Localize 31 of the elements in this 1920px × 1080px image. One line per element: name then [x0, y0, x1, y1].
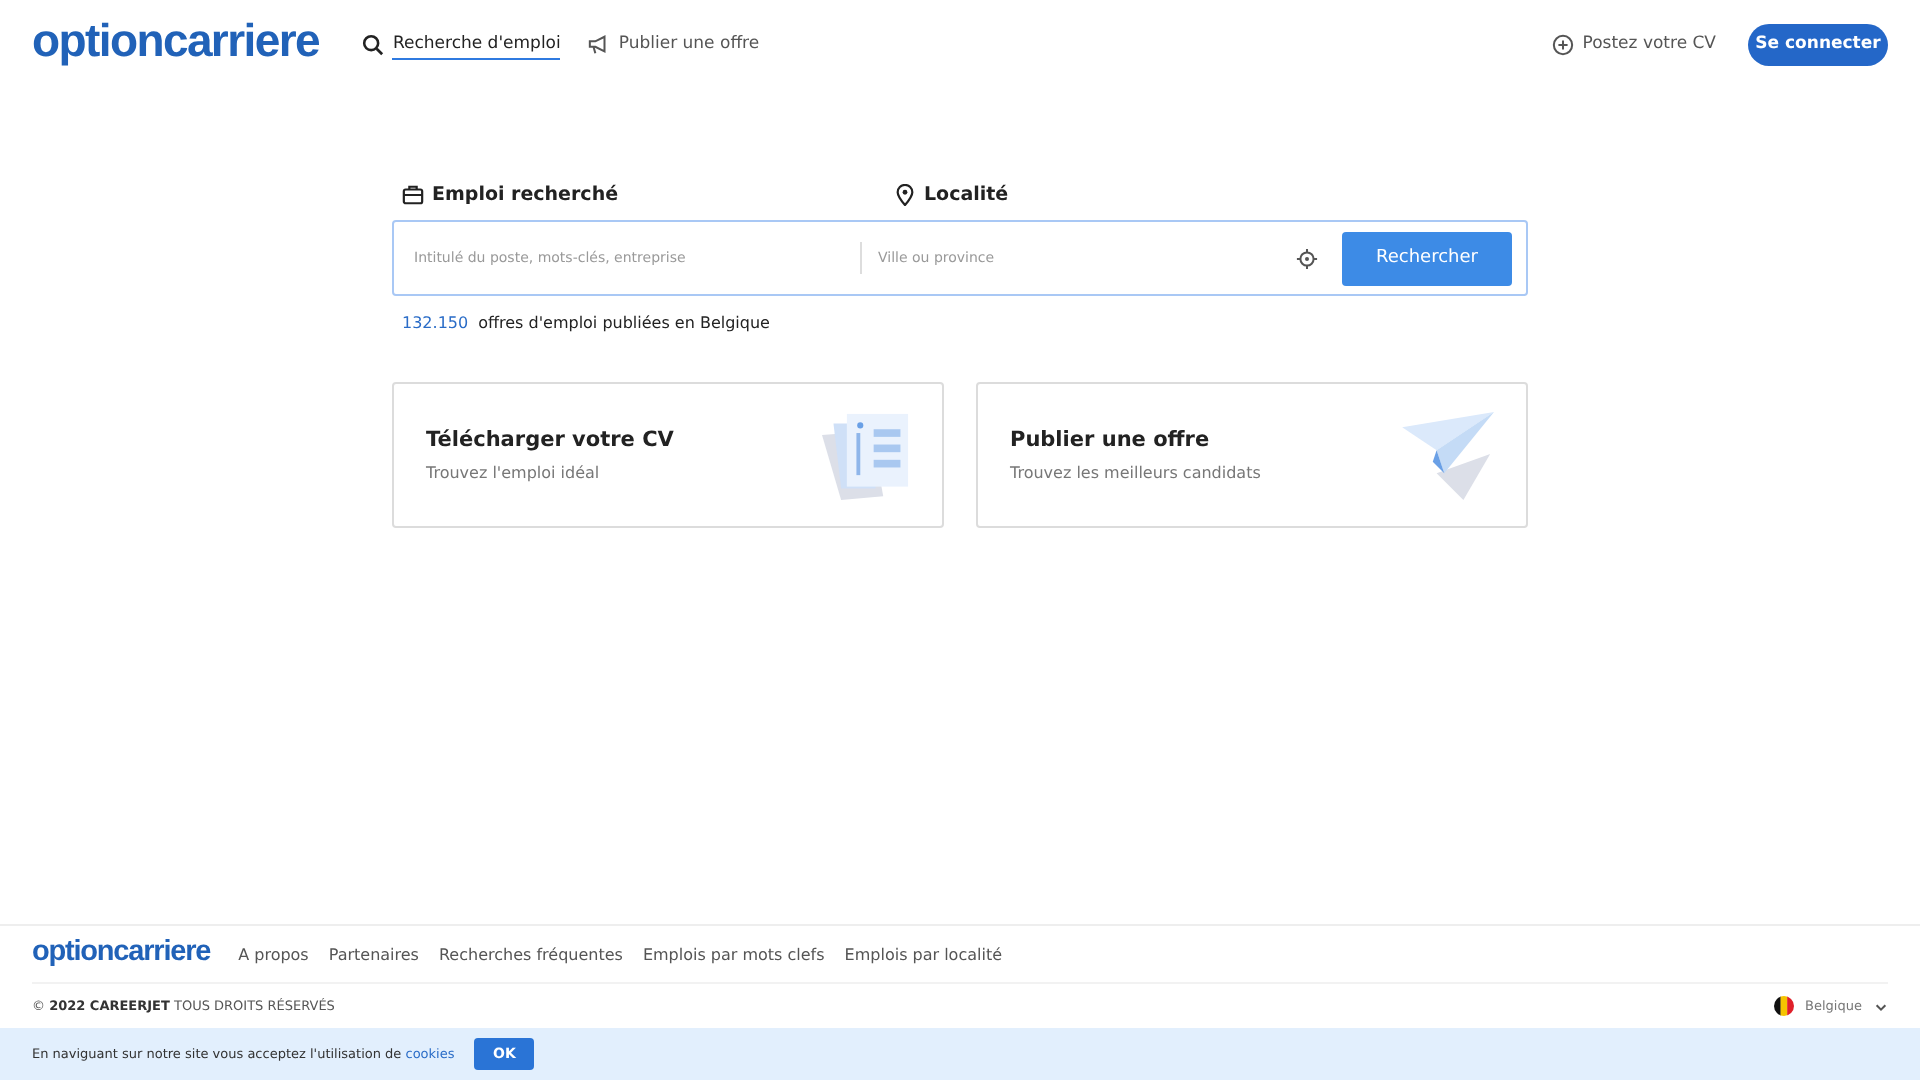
search-icon [362, 33, 385, 55]
footer-link[interactable]: Emplois par localité [844, 945, 1003, 963]
paper-plane-drawing [1402, 411, 1498, 499]
footer-link[interactable]: Emplois par mots clefs [642, 945, 825, 963]
chevron-down-icon [1874, 999, 1888, 1013]
footer-link[interactable]: Partenaires [328, 945, 419, 963]
login-button[interactable]: Se connecter [1748, 23, 1888, 65]
card-title: Publier une offre [1010, 428, 1212, 452]
megaphone-icon [588, 33, 611, 55]
field-label: Localité [924, 183, 1009, 205]
plus-circle-icon [1552, 33, 1575, 55]
card-title: Télécharger votre CV [426, 428, 676, 452]
card-subtitle: Trouvez les meilleurs candidats [1010, 464, 1263, 482]
nav-tab[interactable]: Recherche d'emploi [362, 25, 561, 63]
job-count-text: offres d'emploi publiées en Belgique [478, 314, 770, 332]
footer-link[interactable]: Recherches fréquentes [438, 945, 623, 963]
feature-card[interactable]: Publier une offre Trouvez les meilleurs candidats [976, 382, 1528, 528]
briefcase-icon [402, 183, 424, 205]
logo[interactable]: optioncarriere [32, 14, 319, 68]
card-subtitle: Trouvez l'emploi idéal [426, 464, 602, 482]
nav-tab[interactable]: Publier une offre [588, 25, 760, 63]
footer-link[interactable]: A propos [238, 945, 309, 963]
documents-drawing [818, 411, 914, 499]
post-cv-link[interactable]: Postez votre CV [1552, 33, 1716, 55]
job-count: 132.150 [402, 314, 469, 332]
locate-icon[interactable] [1296, 247, 1318, 269]
feature-card[interactable]: Télécharger votre CV Trouvez l'emploi idéal [392, 382, 944, 528]
footer-logo[interactable]: optioncarriere [32, 935, 211, 967]
location-pin-icon [894, 183, 916, 205]
belgium-flag-icon [1773, 996, 1794, 1016]
field-label: Emploi recherché [432, 183, 619, 205]
